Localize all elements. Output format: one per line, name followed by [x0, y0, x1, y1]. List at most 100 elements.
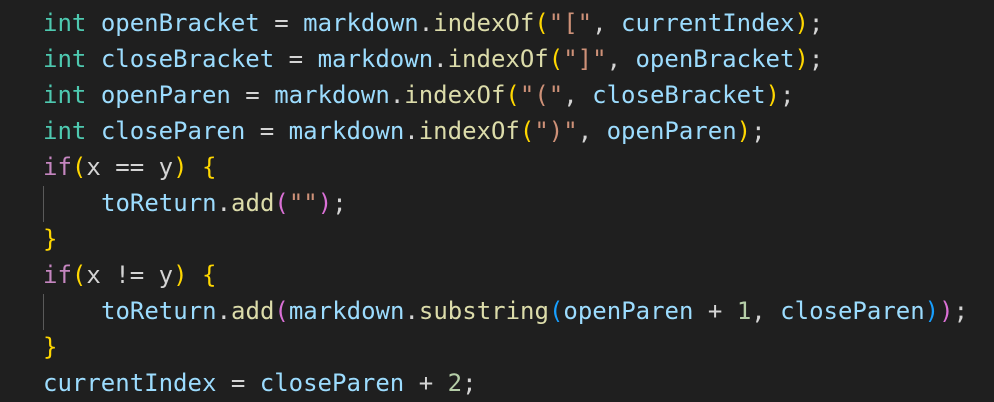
semicolon: ;: [779, 81, 795, 109]
semicolon: ;: [751, 117, 766, 145]
semicolon: ;: [462, 369, 477, 397]
argument: openParen: [563, 297, 694, 325]
object-name: markdown: [288, 297, 405, 325]
dot: .: [389, 81, 405, 109]
bracket: (: [534, 9, 549, 37]
bracket: ): [794, 45, 809, 73]
argument: openParen: [606, 117, 737, 145]
argument: closeParen: [780, 297, 925, 325]
dot: .: [404, 297, 419, 325]
object-name: markdown: [317, 45, 434, 73]
string-literal: "]": [563, 45, 607, 73]
code-line-2[interactable]: int closeBracket = markdown.indexOf("]",…: [43, 41, 823, 77]
semicolon: ;: [953, 297, 969, 325]
number-literal: 2: [447, 369, 463, 397]
type-keyword: int: [43, 81, 87, 109]
code-line-4[interactable]: int closeParen = markdown.indexOf(")", o…: [43, 113, 766, 149]
bracket: (: [71, 261, 87, 289]
code-line-6[interactable]: toReturn.add("");: [101, 185, 347, 221]
object-name: toReturn: [101, 189, 217, 217]
operator: =: [274, 45, 318, 73]
control-keyword: if: [43, 261, 72, 289]
dot: .: [216, 189, 232, 217]
operator: +: [693, 297, 737, 325]
dot: .: [216, 297, 232, 325]
argument: openBracket: [635, 45, 795, 73]
operator: !=: [100, 261, 159, 289]
code-line-7[interactable]: }: [43, 221, 57, 257]
type-keyword: int: [43, 9, 87, 37]
bracket: ): [794, 9, 809, 37]
semicolon: ;: [332, 189, 347, 217]
code-line-3[interactable]: int openParen = markdown.indexOf("(", cl…: [43, 77, 794, 113]
argument: currentIndex: [621, 9, 795, 37]
variable-name: openBracket: [100, 9, 260, 37]
variable-name: y: [158, 261, 174, 289]
bracket: ): [765, 81, 780, 109]
operator: +: [404, 369, 448, 397]
type-keyword: int: [43, 117, 87, 145]
code-line-10[interactable]: }: [43, 329, 57, 365]
brace: }: [43, 333, 58, 361]
variable-name: closeParen: [100, 117, 246, 145]
string-literal: ")": [534, 117, 578, 145]
comma: ,: [577, 117, 607, 145]
method-name: indexOf: [418, 117, 520, 145]
variable-name: x: [86, 153, 101, 181]
bracket: (: [505, 81, 520, 109]
code-line-1[interactable]: int openBracket = markdown.indexOf("[", …: [43, 5, 823, 41]
code-line-9[interactable]: toReturn.add(markdown.substring(openPare…: [101, 293, 968, 329]
object-name: markdown: [288, 117, 405, 145]
bracket: (: [71, 153, 87, 181]
method-name: indexOf: [404, 81, 506, 109]
bracket: ): [736, 117, 752, 145]
method-name: indexOf: [447, 45, 549, 73]
method-name: substring: [418, 297, 549, 325]
code-line-8[interactable]: if(x != y) {: [43, 257, 216, 293]
comma: ,: [592, 9, 622, 37]
code-editor[interactable]: int openBracket = markdown.indexOf("[", …: [0, 0, 994, 402]
variable-name: x: [86, 261, 101, 289]
comma: ,: [563, 81, 593, 109]
argument: closeBracket: [592, 81, 766, 109]
operator: =: [259, 9, 304, 37]
object-name: markdown: [274, 81, 390, 109]
method-name: indexOf: [433, 9, 535, 37]
bracket: ): [317, 189, 333, 217]
bracket: (: [519, 117, 535, 145]
operator: ==: [100, 153, 159, 181]
string-literal: "[": [548, 9, 593, 37]
brace: {: [201, 153, 217, 181]
variable-name: openParen: [100, 81, 231, 109]
control-keyword: if: [43, 153, 72, 181]
comma: ,: [751, 297, 781, 325]
bracket: (: [274, 189, 289, 217]
brace: {: [201, 261, 217, 289]
dot: .: [418, 9, 434, 37]
indent-guide: [43, 294, 44, 330]
code-line-11[interactable]: currentIndex = closeParen + 2;: [43, 365, 477, 401]
bracket: (: [548, 45, 564, 73]
bracket: ): [924, 297, 940, 325]
bracket: (: [548, 297, 564, 325]
number-literal: 1: [736, 297, 752, 325]
method-name: add: [231, 189, 275, 217]
operator: =: [216, 369, 260, 397]
type-keyword: int: [43, 45, 87, 73]
argument: closeParen: [259, 369, 405, 397]
variable-name: currentIndex: [43, 369, 217, 397]
bracket: ): [173, 153, 188, 181]
dot: .: [404, 117, 419, 145]
comma: ,: [606, 45, 636, 73]
method-name: add: [231, 297, 275, 325]
code-line-5[interactable]: if(x == y) {: [43, 149, 216, 185]
indent-guide: [43, 186, 44, 222]
bracket: ): [939, 297, 954, 325]
object-name: toReturn: [101, 297, 217, 325]
string-literal: "(": [519, 81, 564, 109]
bracket: (: [274, 297, 289, 325]
operator: =: [230, 81, 275, 109]
object-name: markdown: [303, 9, 419, 37]
